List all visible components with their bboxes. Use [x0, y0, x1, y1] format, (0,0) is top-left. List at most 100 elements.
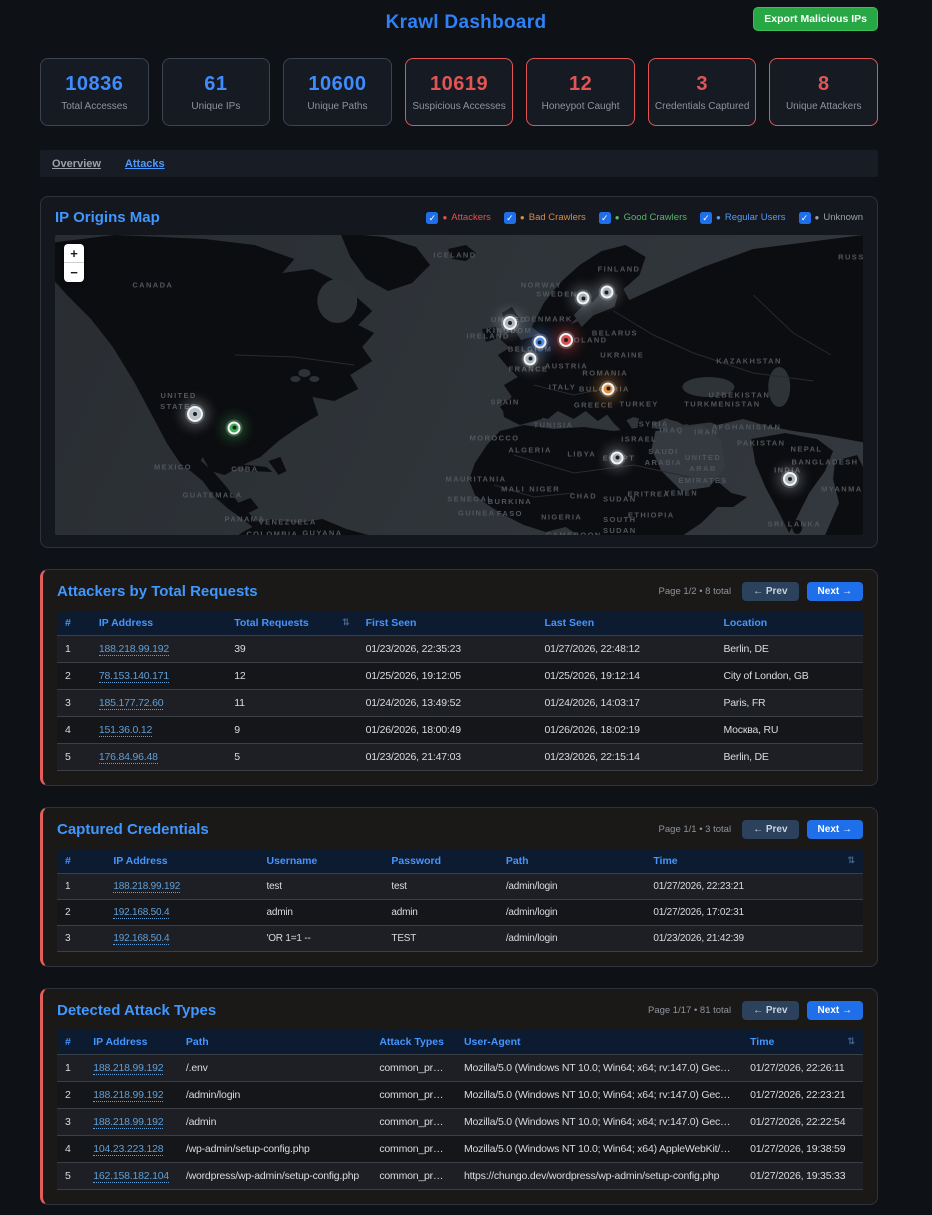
- column-header-location[interactable]: Location: [715, 611, 863, 636]
- column-header-ip-address[interactable]: IP Address: [85, 1030, 178, 1055]
- table-cell: common_probes: [371, 1136, 456, 1163]
- prev-page-button[interactable]: ← Prev: [742, 820, 798, 839]
- ip-address-link[interactable]: 188.218.99.192: [99, 643, 169, 656]
- table-cell: 01/27/2026, 22:23:21: [742, 1082, 863, 1109]
- map-marker-unknown[interactable]: [503, 316, 517, 330]
- table-cell: 176.84.96.48: [91, 744, 226, 771]
- map-zoom-control: + −: [64, 244, 84, 282]
- table-cell: admin: [383, 900, 497, 926]
- ip-address-link[interactable]: 78.153.140.171: [99, 670, 169, 683]
- checkbox-checked-icon[interactable]: ✓: [799, 212, 811, 224]
- column-header-label: Location: [723, 617, 767, 629]
- column-header-num[interactable]: #: [57, 1030, 85, 1055]
- detected-attack-types-section: Detected Attack Types Page 1/17 • 81 tot…: [40, 988, 878, 1205]
- map-marker-attacker[interactable]: [559, 333, 573, 347]
- table-cell: 3: [57, 926, 105, 952]
- column-header-username[interactable]: Username: [258, 849, 383, 874]
- stat-label: Unique Attackers: [786, 101, 862, 112]
- column-header-path[interactable]: Path: [178, 1030, 371, 1055]
- table-row: 4104.23.223.128/wp-admin/setup-config.ph…: [57, 1136, 863, 1163]
- column-header-path[interactable]: Path: [498, 849, 645, 874]
- table-cell: common_probes: [371, 1163, 456, 1190]
- map-marker-bad-crawler[interactable]: [602, 382, 615, 395]
- table-cell: admin: [258, 900, 383, 926]
- table-cell: 1: [57, 636, 91, 663]
- legend-label: Unknown: [823, 212, 863, 223]
- table-cell: 162.158.182.104: [85, 1163, 178, 1190]
- legend-item: ✓●Regular Users: [700, 212, 786, 224]
- zoom-out-button[interactable]: −: [64, 263, 84, 282]
- next-page-button[interactable]: Next →: [807, 582, 863, 601]
- ip-address-link[interactable]: 188.218.99.192: [93, 1062, 163, 1075]
- column-header-password[interactable]: Password: [383, 849, 497, 874]
- table-cell: 5: [57, 744, 91, 771]
- ip-address-link[interactable]: 188.218.99.192: [93, 1089, 163, 1102]
- column-header-time[interactable]: ⇅Time: [742, 1030, 863, 1055]
- map-marker-unknown[interactable]: [577, 292, 590, 305]
- ip-address-link[interactable]: 192.168.50.4: [113, 907, 169, 919]
- table-cell: 185.177.72.60: [91, 690, 226, 717]
- table-row: 3185.177.72.601101/24/2026, 13:49:5201/2…: [57, 690, 863, 717]
- page-info: Page 1/17 • 81 total: [648, 1005, 731, 1016]
- table-cell: 01/26/2026, 18:00:49: [358, 717, 537, 744]
- table-row: 4151.36.0.12901/26/2026, 18:00:4901/26/2…: [57, 717, 863, 744]
- checkbox-checked-icon[interactable]: ✓: [700, 212, 712, 224]
- table-cell: 4: [57, 717, 91, 744]
- table-cell: 2: [57, 1082, 85, 1109]
- legend-item: ✓●Good Crawlers: [599, 212, 687, 224]
- next-page-button[interactable]: Next →: [807, 820, 863, 839]
- map-marker-unknown[interactable]: [524, 352, 537, 365]
- column-header-num[interactable]: #: [57, 611, 91, 636]
- column-header-last-seen[interactable]: Last Seen: [537, 611, 716, 636]
- column-header-label: Attack Types: [379, 1036, 444, 1048]
- map-marker-unknown[interactable]: [611, 451, 624, 464]
- table-cell: 5: [226, 744, 357, 771]
- map-marker-unknown[interactable]: [783, 472, 797, 486]
- export-malicious-ips-button[interactable]: Export Malicious IPs: [753, 7, 878, 31]
- tab-attacks[interactable]: Attacks: [125, 158, 165, 170]
- map-marker-regular-user[interactable]: [533, 336, 546, 349]
- map-marker-unknown[interactable]: [187, 406, 203, 422]
- map-canvas[interactable]: + − CANADAICELANDRUSSIANORWAYFINLANDSWED…: [55, 235, 863, 535]
- checkbox-checked-icon[interactable]: ✓: [599, 212, 611, 224]
- column-header-user-agent[interactable]: User-Agent: [456, 1030, 742, 1055]
- ip-address-link[interactable]: 162.158.182.104: [93, 1170, 169, 1183]
- stat-value: 10836: [65, 73, 123, 96]
- prev-page-button[interactable]: ← Prev: [742, 1001, 798, 1020]
- column-header-label: User-Agent: [464, 1036, 521, 1048]
- table-cell: 'OR 1=1 --: [258, 926, 383, 952]
- ip-address-link[interactable]: 192.168.50.4: [113, 933, 169, 945]
- next-page-button[interactable]: Next →: [807, 1001, 863, 1020]
- column-header-num[interactable]: #: [57, 849, 105, 874]
- table-cell: TEST: [383, 926, 497, 952]
- column-header-ip-address[interactable]: IP Address: [105, 849, 258, 874]
- table-cell: 01/27/2026, 17:02:31: [645, 900, 863, 926]
- zoom-in-button[interactable]: +: [64, 244, 84, 263]
- ip-address-link[interactable]: 188.218.99.192: [113, 881, 180, 893]
- page-info: Page 1/1 • 3 total: [659, 824, 732, 835]
- ip-address-link[interactable]: 176.84.96.48: [99, 751, 158, 764]
- column-header-time[interactable]: ⇅Time: [645, 849, 863, 874]
- column-header-ip-address[interactable]: IP Address: [91, 611, 226, 636]
- column-header-total-requests[interactable]: ⇅Total Requests: [226, 611, 357, 636]
- ip-address-link[interactable]: 185.177.72.60: [99, 697, 164, 710]
- ip-address-link[interactable]: 104.23.223.128: [93, 1143, 163, 1156]
- map-marker-good-crawler[interactable]: [228, 421, 241, 434]
- column-header-first-seen[interactable]: First Seen: [358, 611, 537, 636]
- map-marker-unknown[interactable]: [600, 286, 613, 299]
- table-row: 1188.218.99.192testtest/admin/login01/27…: [57, 874, 863, 900]
- attackers-by-total-requests-section: Attackers by Total Requests Page 1/2 • 8…: [40, 569, 878, 786]
- legend-label: Good Crawlers: [624, 212, 687, 223]
- checkbox-checked-icon[interactable]: ✓: [426, 212, 438, 224]
- tab-overview[interactable]: Overview: [52, 158, 101, 170]
- ip-address-link[interactable]: 151.36.0.12: [99, 724, 152, 737]
- stat-value: 8: [818, 73, 830, 96]
- stat-card: 61Unique IPs: [162, 58, 271, 126]
- checkbox-checked-icon[interactable]: ✓: [504, 212, 516, 224]
- ip-address-link[interactable]: 188.218.99.192: [93, 1116, 163, 1129]
- table-row: 5176.84.96.48501/23/2026, 21:47:0301/23/…: [57, 744, 863, 771]
- prev-page-button[interactable]: ← Prev: [742, 582, 798, 601]
- table-cell: test: [383, 874, 497, 900]
- column-header-attack-types[interactable]: Attack Types: [371, 1030, 456, 1055]
- legend-label: Regular Users: [725, 212, 786, 223]
